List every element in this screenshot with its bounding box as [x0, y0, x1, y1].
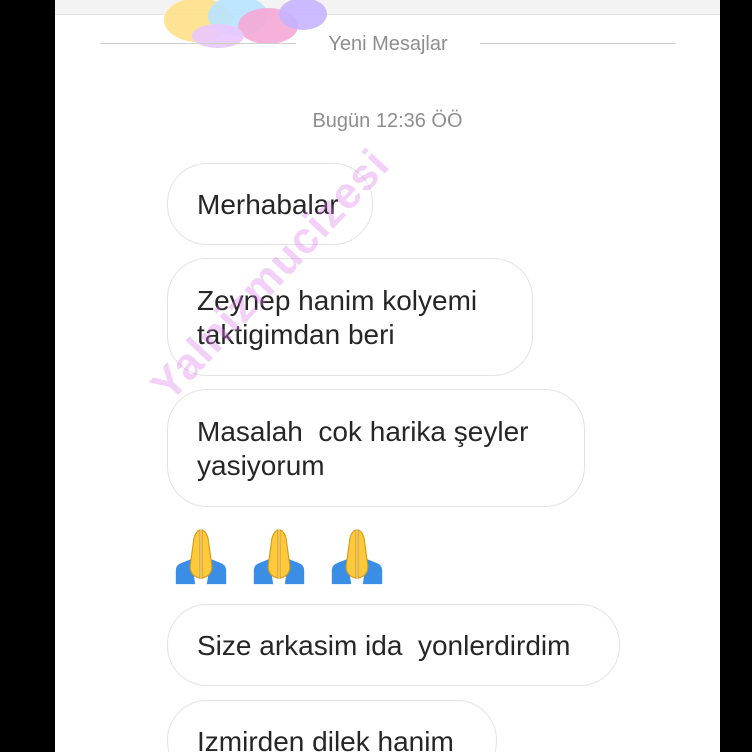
folded-hands-icon [253, 529, 305, 585]
new-messages-divider: Yeni Mesajlar [100, 30, 676, 58]
emoji-message[interactable] [170, 526, 388, 590]
new-messages-label: Yeni Mesajlar [328, 33, 448, 55]
folded-hands-icon [331, 529, 383, 585]
message-bubble[interactable]: Size arkasim ida yonlerdirdim [167, 604, 620, 686]
message-bubble[interactable]: Zeynep hanim kolyemi taktigimdan beri [167, 258, 533, 376]
message-timestamp: Bugün 12:36 ÖÖ [312, 110, 463, 132]
message-bubble[interactable]: Masalah cok harika şeyler yasiyorum [167, 389, 585, 507]
divider-line [480, 43, 676, 44]
chat-screen: Yeni Mesajlar Bugün 12:36 ÖÖ Merhabalar … [55, 0, 720, 752]
message-bubble[interactable]: Merhabalar [167, 163, 373, 245]
message-bubble[interactable]: Izmirden dilek hanim [167, 700, 497, 752]
folded-hands-icon [175, 529, 227, 585]
